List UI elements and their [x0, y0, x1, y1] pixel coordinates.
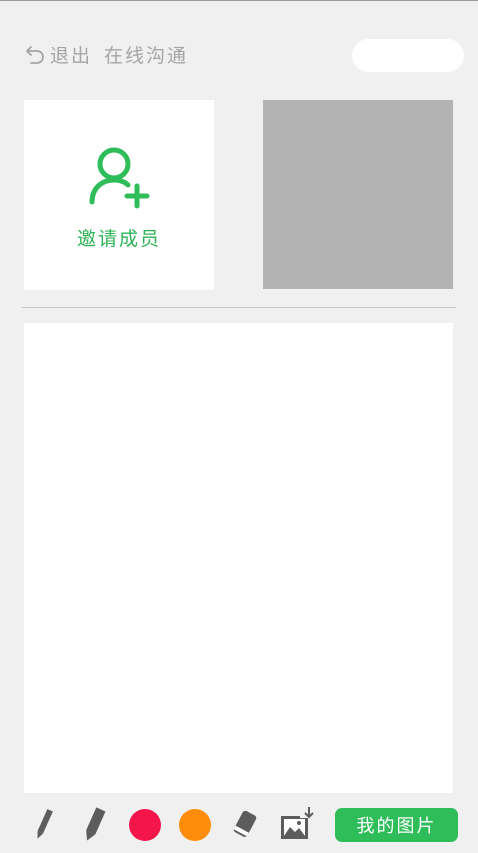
add-user-icon	[86, 144, 152, 210]
back-arrow-icon	[24, 43, 46, 65]
status-pill	[352, 39, 464, 72]
eraser-icon[interactable]	[230, 809, 260, 845]
invite-member-label: 邀请成员	[76, 228, 161, 250]
marker-icon[interactable]	[80, 806, 108, 848]
my-pictures-button[interactable]: 我的图片	[335, 808, 458, 842]
orange-color-swatch[interactable]	[179, 809, 211, 841]
exit-label: 退出	[50, 44, 93, 67]
exit-button[interactable]: 退出	[24, 41, 92, 68]
pen-icon[interactable]	[32, 806, 56, 846]
video-placeholder	[263, 100, 453, 289]
whiteboard-canvas[interactable]	[24, 323, 453, 793]
red-color-swatch[interactable]	[129, 809, 161, 841]
top-divider	[0, 0, 478, 1]
section-divider	[22, 307, 456, 308]
invite-member-tile[interactable]: 邀请成员	[24, 100, 214, 290]
insert-image-icon[interactable]	[278, 806, 316, 846]
page-title: 在线沟通	[104, 44, 189, 67]
header: 退出 在线沟通	[24, 40, 188, 68]
